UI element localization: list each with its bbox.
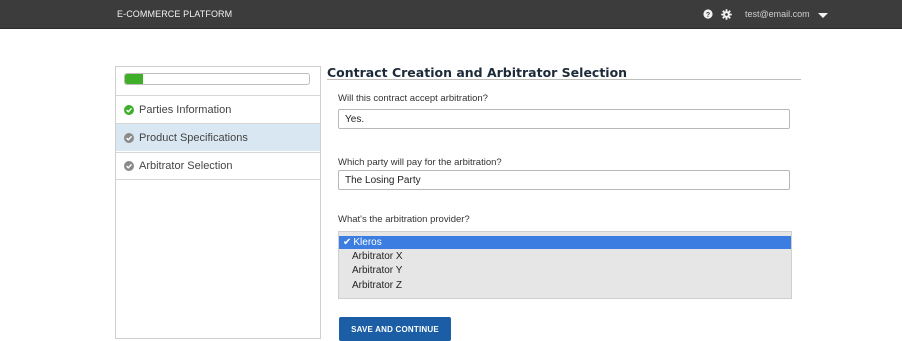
top-navigation-bar: E-COMMERCE PLATFORM ? test@email.com (0, 0, 902, 29)
check-circle-icon (124, 104, 134, 115)
check-circle-icon (124, 132, 134, 143)
caret-down-icon[interactable] (817, 13, 828, 18)
step-product-specifications[interactable]: Product Specifications (116, 123, 320, 151)
step-parties-information[interactable]: Parties Information (116, 95, 320, 123)
step-label: Parties Information (139, 103, 232, 116)
user-controls: ? test@email.com (703, 7, 828, 21)
save-and-continue-button[interactable]: SAVE AND CONTINUE (339, 317, 451, 341)
title-divider (327, 79, 801, 80)
step-label: Product Specifications (139, 131, 248, 144)
payer-question-label: Which party will pay for the arbitration… (338, 157, 502, 168)
brand-name[interactable]: E-COMMERCE PLATFORM (117, 9, 232, 19)
step-arbitrator-selection[interactable]: Arbitrator Selection (116, 152, 320, 180)
step-label: Arbitrator Selection (139, 160, 233, 172)
steps-sidebar: Parties Information Product Specificatio… (115, 66, 321, 339)
arbitration-payer-field[interactable]: The Losing Party (338, 170, 790, 190)
checkmark-icon: ✔ (343, 237, 352, 248)
help-circle-icon[interactable]: ? (703, 9, 713, 19)
arbitration-provider-listbox[interactable]: ✔ Kleros Arbitrator X Arbitrator Y Arbit… (338, 231, 792, 299)
check-circle-icon (124, 161, 134, 171)
progress-bar-fill (125, 74, 144, 84)
option-label: Kleros (353, 237, 382, 248)
provider-option-arbitrator-z[interactable]: Arbitrator Z (339, 279, 791, 292)
user-email[interactable]: test@email.com (745, 9, 810, 19)
svg-text:?: ? (706, 12, 710, 19)
gear-icon[interactable] (721, 8, 732, 20)
accept-arbitration-field[interactable]: Yes. (338, 109, 790, 129)
provider-option-kleros[interactable]: ✔ Kleros (339, 236, 791, 249)
page-title: Contract Creation and Arbitrator Selecti… (327, 65, 628, 80)
provider-option-arbitrator-x[interactable]: Arbitrator X (339, 250, 791, 263)
provider-option-arbitrator-y[interactable]: Arbitrator Y (339, 264, 791, 277)
progress-bar (124, 73, 310, 85)
arbitration-question-label: Will this contract accept arbitration? (338, 93, 488, 104)
provider-question-label: What's the arbitration provider? (338, 214, 470, 225)
